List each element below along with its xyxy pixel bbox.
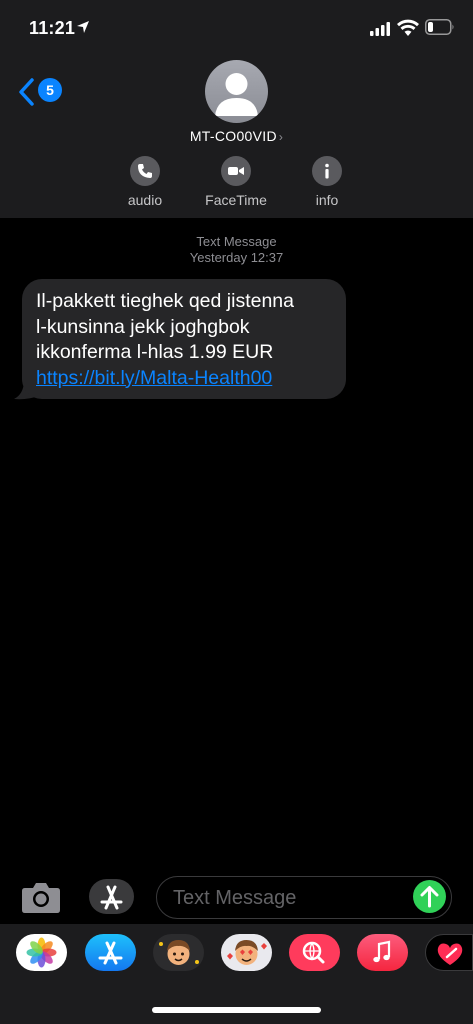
message-text-line: l-kunsinna jekk joghgbok [36, 315, 250, 338]
web-search-app-button[interactable] [289, 934, 340, 971]
info-button[interactable]: info [292, 156, 362, 208]
app-store-app-button[interactable] [85, 934, 136, 971]
digital-touch-icon [437, 943, 463, 965]
home-indicator[interactable] [152, 1007, 321, 1013]
info-label: info [315, 192, 339, 208]
photos-app-button[interactable] [16, 934, 67, 971]
facetime-label: FaceTime [205, 192, 267, 208]
memoji-app-button[interactable] [153, 934, 204, 971]
message-input-placeholder: Text Message [173, 887, 297, 909]
status-time: 11:21 [29, 18, 76, 38]
web-search-icon [302, 941, 325, 964]
facetime-button[interactable]: FaceTime [201, 156, 271, 208]
digital-touch-app-button[interactable] [425, 934, 473, 971]
location-arrow-icon [77, 21, 89, 33]
battery-icon [425, 19, 454, 35]
chevron-left-icon [19, 78, 34, 106]
send-button[interactable] [413, 880, 446, 913]
app-store-button[interactable] [89, 879, 134, 914]
message-text-line: ikkonferma l-hlas 1.99 EUR [36, 341, 274, 363]
photos-icon [26, 937, 57, 968]
contact-name-label: MT-CO00VID [189, 128, 277, 144]
wifi-icon [397, 19, 419, 36]
memoji-stickers-app-button[interactable] [221, 934, 272, 971]
message-type-label: Text Message [196, 234, 277, 249]
memoji-icon [159, 940, 199, 965]
camera-icon[interactable] [21, 880, 61, 914]
audio-call-button[interactable]: audio [110, 156, 180, 208]
contact-avatar[interactable] [205, 60, 268, 123]
contact-name[interactable]: MT-CO00VID › [160, 128, 313, 144]
message-text-line: Il-pakkett tieghek qed jistenna [36, 290, 294, 312]
app-store-icon [98, 941, 123, 965]
person-icon [215, 73, 258, 116]
video-icon [228, 167, 244, 175]
chevron-right-icon: › [278, 130, 284, 144]
message-link[interactable]: https://bit.ly/Malta-Health00 [36, 366, 332, 392]
music-icon [373, 940, 391, 963]
unread-count-badge: 5 [38, 78, 62, 102]
info-icon [325, 163, 329, 179]
app-store-icon [100, 885, 123, 910]
conversation-header: 11:21 5 MT-CO00VID › audio FaceTime info [0, 0, 473, 218]
back-button[interactable]: 5 [18, 76, 68, 108]
signal-icon [370, 22, 390, 36]
audio-label: audio [127, 192, 163, 208]
music-app-button[interactable] [357, 934, 408, 971]
message-time-label: Yesterday 12:37 [189, 250, 284, 265]
memoji-stickers-icon [227, 940, 267, 965]
message-timestamp: Text Message Yesterday 12:37 [0, 234, 473, 266]
phone-icon [138, 164, 152, 178]
arrow-up-icon [420, 886, 439, 908]
status-bar: 11:21 [0, 0, 473, 56]
message-input[interactable]: Text Message [156, 876, 452, 919]
incoming-message-bubble[interactable]: Il-pakkett tieghek qed jistenna l-kunsin… [22, 279, 346, 399]
